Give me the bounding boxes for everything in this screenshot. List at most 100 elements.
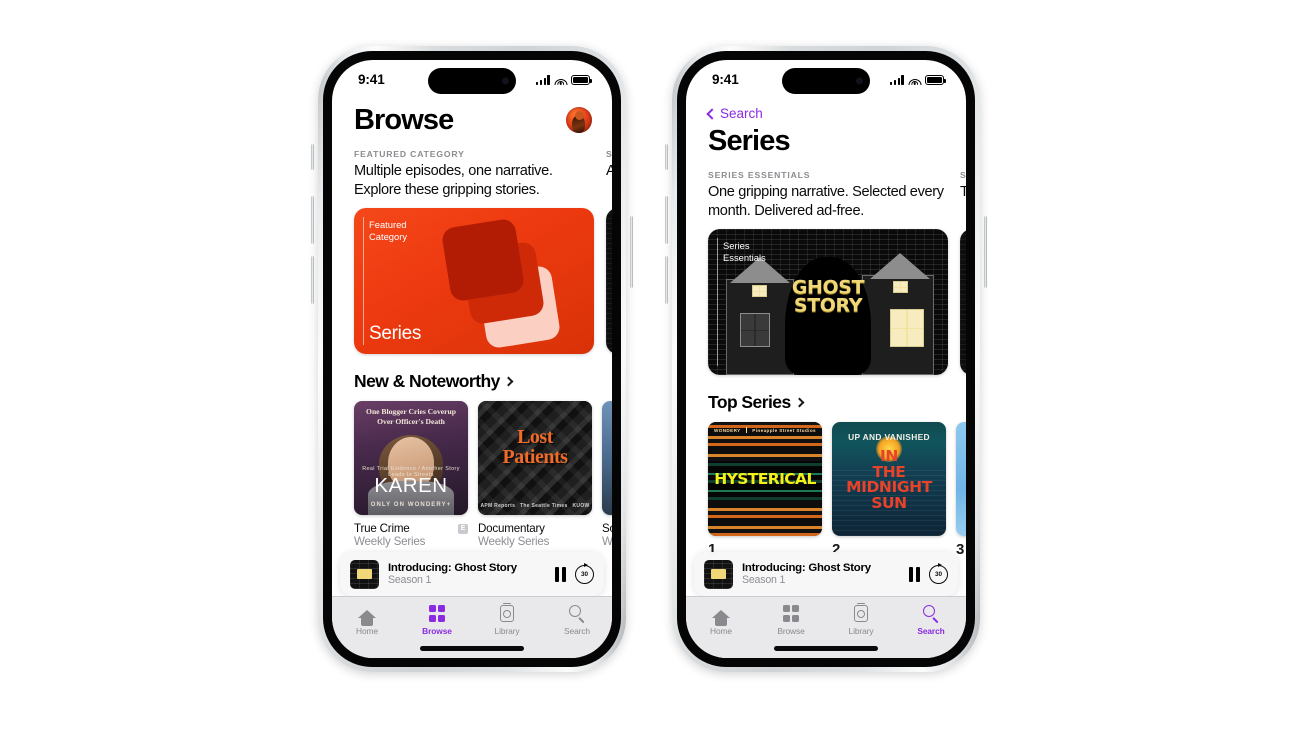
- tab-library[interactable]: Library: [472, 602, 542, 636]
- shelf-item-category: True Crime: [354, 522, 410, 536]
- tab-library[interactable]: Library: [826, 602, 896, 636]
- featured-card-ghost-story[interactable]: SERIES ESSENTIALS One gripping narrative…: [708, 170, 948, 376]
- featured-artwork-orange[interactable]: Featured Category Series: [354, 208, 594, 355]
- volume-up-button[interactable]: [665, 196, 668, 244]
- pause-icon[interactable]: [908, 566, 920, 582]
- skip-seconds: 30: [580, 570, 589, 578]
- podcast-artwork-hysterical[interactable]: WONDERY Pineapple Street Studios HYSTERI…: [708, 422, 822, 537]
- shelf-item-category-row: Socie: [602, 522, 612, 535]
- volume-up-button[interactable]: [311, 196, 314, 244]
- art-rule: [717, 238, 718, 367]
- page-title: Series: [708, 125, 791, 157]
- artwork-headline: One Blogger Cries Coverup Over Officer's…: [366, 407, 456, 426]
- grid-icon: [782, 605, 800, 622]
- podcast-artwork-midnight-sun[interactable]: UP AND VANISHED IN THE MIDNIGHT SUN: [832, 422, 946, 537]
- signal-bars-icon: [535, 75, 550, 85]
- home-indicator[interactable]: [774, 646, 878, 651]
- section-header-top-series[interactable]: Top Series: [686, 375, 966, 422]
- dynamic-island: [782, 68, 870, 94]
- texture: [960, 229, 966, 376]
- volume-down-button[interactable]: [311, 256, 314, 304]
- silent-switch[interactable]: [665, 144, 668, 170]
- tab-label: Browse: [777, 626, 805, 636]
- tab-browse[interactable]: Browse: [756, 604, 826, 636]
- scroll-content-series[interactable]: Search Series SERIES ESSENTIALS One grip…: [686, 104, 966, 596]
- skip-forward-30-icon[interactable]: 30: [929, 563, 948, 584]
- podcast-artwork-karen[interactable]: One Blogger Cries Coverup Over Officer's…: [354, 401, 468, 516]
- texture: [606, 208, 612, 355]
- artwork-label: Featured Category: [369, 219, 408, 242]
- home-icon: [358, 609, 376, 626]
- scroll-content-browse[interactable]: Browse FEATURED CATEGORY Multiple episod…: [332, 104, 612, 596]
- featured-carousel[interactable]: SERIES ESSENTIALS One gripping narrative…: [686, 170, 966, 376]
- featured-artwork-dark[interactable]: Series Essentials A in fil h: [606, 208, 612, 355]
- featured-carousel[interactable]: FEATURED CATEGORY Multiple episodes, one…: [332, 149, 612, 355]
- section-title: New & Noteworthy: [354, 371, 500, 392]
- featured-card-essentials[interactable]: SERIES ESSENTIALS A hand-picked series. …: [606, 149, 612, 355]
- shelf-top-series[interactable]: WONDERY Pineapple Street Studios HYSTERI…: [686, 422, 966, 558]
- home-indicator[interactable]: [420, 646, 524, 651]
- featured-card-series[interactable]: FEATURED CATEGORY Multiple episodes, one…: [354, 149, 594, 355]
- shelf-item[interactable]: Lost Patients APM Reports The Seattle Ti…: [478, 401, 592, 548]
- mini-player-meta: Introducing: Ghost Story Season 1: [742, 562, 900, 586]
- mini-player[interactable]: Introducing: Ghost Story Season 1 30: [340, 552, 604, 596]
- section-title: Top Series: [708, 392, 791, 413]
- featured-artwork-dark[interactable]: S E A in fi h: [960, 229, 966, 376]
- logo: KUOW: [572, 503, 590, 510]
- network-label: WONDERY: [714, 427, 741, 433]
- power-button[interactable]: [630, 216, 633, 288]
- shelf-item[interactable]: One Blogger Cries Coverup Over Officer's…: [354, 401, 468, 548]
- chevron-left-icon: [706, 107, 718, 120]
- tab-home[interactable]: Home: [332, 604, 402, 636]
- tab-bar[interactable]: Home Browse Library Search: [332, 596, 612, 658]
- podcast-artwork-lost-patients[interactable]: Lost Patients APM Reports The Seattle Ti…: [478, 401, 592, 516]
- chevron-right-icon[interactable]: [503, 377, 514, 387]
- mini-player-artwork[interactable]: [704, 559, 733, 589]
- volume-down-button[interactable]: [665, 256, 668, 304]
- decor-roof: [870, 253, 930, 280]
- shelf-item[interactable]: UP AND VANISHED IN THE MIDNIGHT SUN 2: [832, 422, 946, 558]
- silent-switch[interactable]: [311, 144, 314, 170]
- avatar[interactable]: [566, 107, 592, 134]
- featured-card-series-2[interactable]: SERIES The definitive series. A star- S …: [960, 170, 966, 376]
- tab-bar[interactable]: Home Browse Library Search: [686, 596, 966, 658]
- pause-icon[interactable]: [554, 566, 566, 582]
- phone-bezel: 9:41 Search Series SERIES ESSENTIALS One…: [677, 51, 975, 667]
- skip-forward-30-icon[interactable]: 30: [575, 563, 594, 584]
- mini-player-artwork[interactable]: [350, 559, 379, 589]
- featured-headline: One gripping narrative. Selected every m…: [708, 184, 944, 219]
- shelf-item[interactable]: G Socie Week: [602, 401, 612, 548]
- rank-number: 3: [956, 541, 965, 559]
- home-icon: [712, 609, 730, 626]
- decor-window: [740, 313, 770, 348]
- artwork-series-name: UP AND VANISHED: [848, 432, 930, 443]
- tab-search[interactable]: Search: [896, 604, 966, 636]
- featured-headline: Multiple episodes, one narrative. Explor…: [354, 163, 553, 198]
- shelf-new-noteworthy[interactable]: One Blogger Cries Coverup Over Officer's…: [332, 401, 612, 548]
- podcast-artwork-society[interactable]: G: [602, 401, 612, 516]
- tab-search[interactable]: Search: [542, 604, 612, 636]
- featured-kicker: SERIES ESSENTIALS: [606, 149, 612, 160]
- tab-home[interactable]: Home: [686, 604, 756, 636]
- back-button[interactable]: Search: [686, 104, 966, 125]
- artwork-title: KAREN: [374, 474, 448, 498]
- chevron-right-icon[interactable]: [794, 398, 805, 408]
- artwork-title: Lost Patients: [502, 426, 568, 469]
- power-button[interactable]: [984, 216, 987, 288]
- shelf-item[interactable]: WONDERY Pineapple Street Studios HYSTERI…: [708, 422, 822, 558]
- section-header-new-noteworthy[interactable]: New & Noteworthy: [332, 354, 612, 401]
- tab-browse[interactable]: Browse: [402, 604, 472, 636]
- tab-label: Library: [848, 626, 874, 636]
- phone-screen: 9:41 Browse FEATURED CATEGORY Multiple e…: [332, 60, 612, 658]
- screenshot-canvas: 9:41 Browse FEATURED CATEGORY Multiple e…: [0, 0, 1296, 730]
- artwork-title: HYSTERICAL: [714, 470, 816, 489]
- decor: [357, 568, 372, 579]
- shelf-item[interactable]: R U 3: [956, 422, 966, 558]
- status-indicators: [889, 75, 946, 85]
- featured-headline: The definitive series. A star-: [960, 184, 966, 201]
- mini-player[interactable]: Introducing: Ghost Story Season 1 30: [694, 552, 958, 596]
- podcast-artwork-partial[interactable]: R U: [956, 422, 966, 537]
- tab-label: Library: [494, 626, 520, 636]
- featured-artwork-ghost-story[interactable]: Series Essentials GHOST STORY: [708, 229, 948, 376]
- phone-device-browse: 9:41 Browse FEATURED CATEGORY Multiple e…: [311, 46, 633, 672]
